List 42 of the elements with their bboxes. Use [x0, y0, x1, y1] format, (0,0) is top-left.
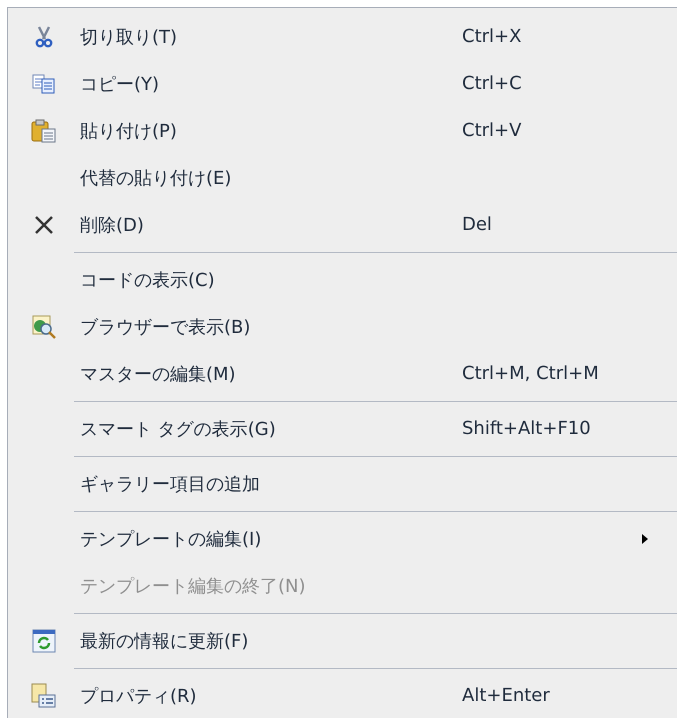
menu-item[interactable]: テンプレートの編集(I): [8, 515, 677, 562]
submenu-arrow-icon: [642, 534, 648, 544]
globe-magnifier-icon: [31, 314, 57, 340]
shortcut-label: Ctrl+M, Ctrl+M: [462, 363, 600, 384]
clipboard-icon: [31, 118, 57, 142]
menu-item[interactable]: 削除(D) Del: [8, 201, 677, 248]
menu-item[interactable]: ブラウザーで表示(B): [8, 303, 677, 350]
shortcut-label: Alt+Enter: [462, 685, 551, 706]
menu-item[interactable]: コピー(Y) Ctrl+C: [8, 60, 677, 107]
menu-item[interactable]: ギャラリー項目の追加: [8, 460, 677, 507]
menu-item[interactable]: 切り取り(T) Ctrl+X: [8, 13, 677, 60]
menu-item-label: マスターの編集(M): [80, 362, 237, 386]
shortcut-label: Del: [462, 214, 493, 235]
menu-item-label: 貼り付け(P): [80, 120, 178, 142]
menu-item-label: コードの表示(C): [80, 268, 216, 292]
menu-item-label: スマート タグの表示(G): [80, 418, 277, 440]
menu-item[interactable]: マスターの編集(M) Ctrl+M, Ctrl+M: [8, 350, 677, 397]
delete-icon: [34, 214, 54, 234]
menu-item-label: ブラウザーで表示(B): [80, 316, 252, 338]
menu-item-label: コピー(Y): [80, 72, 160, 96]
shortcut-label: Ctrl+C: [462, 73, 523, 94]
menu-item[interactable]: 貼り付け(P) Ctrl+V: [8, 107, 677, 154]
menu-item[interactable]: コードの表示(C): [8, 256, 677, 303]
refresh-icon: [32, 628, 56, 652]
shortcut-label: Shift+Alt+F10: [462, 418, 592, 439]
menu-item-label: 最新の情報に更新(F): [80, 630, 250, 652]
menu-item-label: 削除(D): [80, 214, 145, 236]
menu-item[interactable]: スマート タグの表示(G) Shift+Alt+F10: [8, 405, 677, 452]
scissors-icon: [34, 26, 54, 48]
menu-item-label: プロパティ(R): [80, 684, 198, 708]
shortcut-label: Ctrl+X: [462, 26, 522, 47]
shortcut-label: Ctrl+V: [462, 120, 522, 141]
menu-item-label: ギャラリー項目の追加: [80, 472, 261, 496]
menu-item-label: テンプレート編集の終了(N): [80, 574, 307, 598]
menu-item[interactable]: プロパティ(R) Alt+Enter: [8, 672, 677, 718]
copy-icon: [32, 74, 56, 94]
menu-item[interactable]: 最新の情報に更新(F): [8, 617, 677, 664]
menu-item[interactable]: 代替の貼り付け(E): [8, 154, 677, 201]
properties-icon: [31, 682, 57, 708]
menu-item-label: 切り取り(T): [80, 26, 178, 48]
menu-item-label: 代替の貼り付け(E): [80, 166, 232, 190]
menu-item-label: テンプレートの編集(I): [80, 528, 262, 550]
